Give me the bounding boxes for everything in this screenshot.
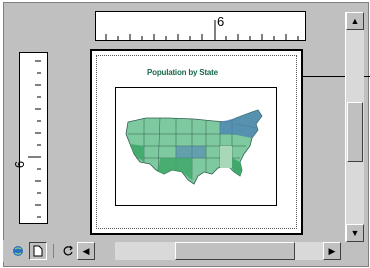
- horizontal-ruler-ticks: [105, 20, 299, 40]
- layout-view-button[interactable]: [29, 242, 47, 260]
- globe-icon[interactable]: [9, 242, 27, 260]
- vertical-scroll-thumb[interactable]: [347, 102, 363, 162]
- horizontal-scroll-thumb[interactable]: [175, 242, 295, 260]
- page-icon: [33, 245, 43, 257]
- scroll-right-button[interactable]: ▶: [323, 242, 341, 260]
- vertical-ruler: 6: [12, 52, 48, 224]
- ruler-label-v: 6: [12, 160, 28, 169]
- bottom-toolbar: ◀ ▶: [3, 240, 343, 262]
- toolbar-separator: [51, 242, 55, 260]
- horizontal-scrollbar[interactable]: ▶: [115, 242, 341, 260]
- ruler-label-h: 6: [217, 14, 225, 29]
- data-frame[interactable]: [115, 87, 277, 206]
- scroll-down-button[interactable]: ▼: [346, 224, 364, 242]
- scroll-up-button[interactable]: ▲: [346, 12, 364, 30]
- refresh-icon[interactable]: [59, 242, 77, 260]
- map-title[interactable]: Population by State: [147, 68, 218, 77]
- us-map: [125, 109, 263, 185]
- layout-page[interactable]: Population by State: [90, 49, 303, 235]
- vertical-ruler-ticks: [28, 60, 41, 218]
- horizontal-ruler: 6: [95, 11, 306, 41]
- vertical-scrollbar[interactable]: ▲ ▼: [345, 12, 364, 242]
- scroll-left-button[interactable]: ◀: [77, 242, 95, 260]
